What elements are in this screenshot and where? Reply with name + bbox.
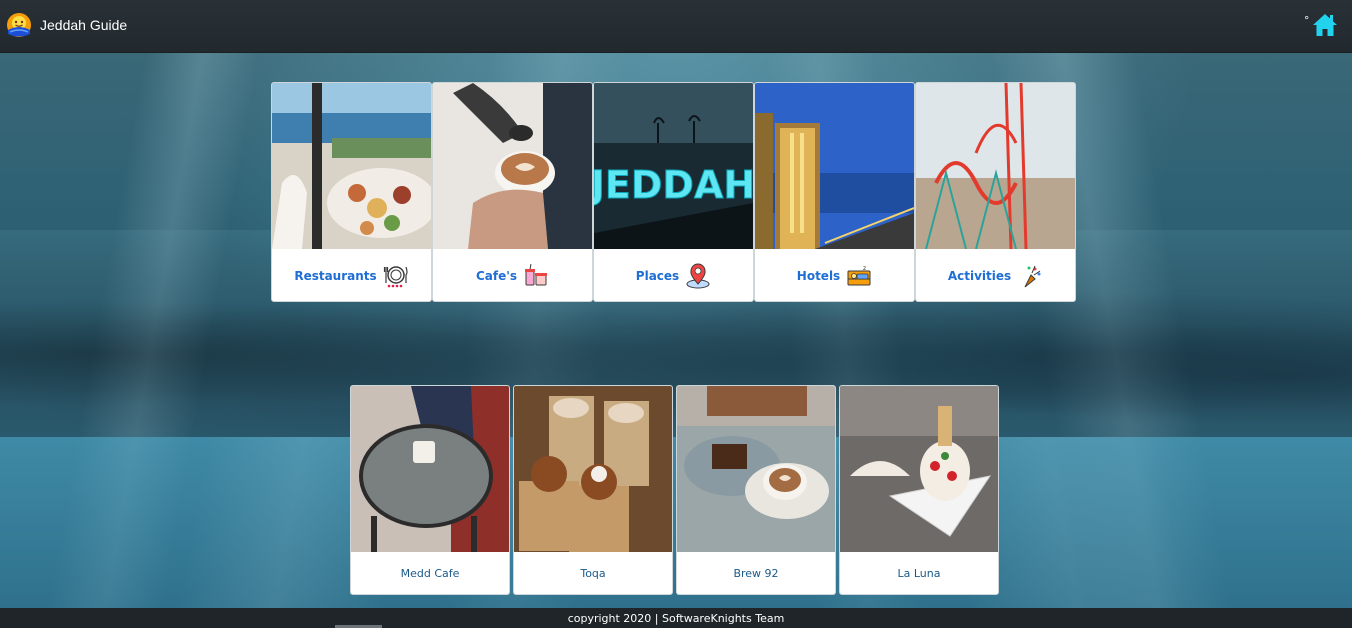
restaurants-photo (272, 83, 431, 249)
home-icon[interactable] (1312, 12, 1338, 38)
hotel-bed-icon: z (847, 265, 871, 285)
place-label: Medd Cafe (400, 566, 460, 580)
toqa-photo (514, 386, 672, 552)
brand-title: Jeddah Guide (40, 17, 128, 33)
place-card-medd-cafe[interactable]: Medd Cafe (350, 385, 510, 595)
place-body: Toqa (514, 552, 672, 594)
place-cards: Medd Cafe Toqa Brew 92 La Luna (350, 385, 999, 595)
category-label: Hotels (796, 268, 841, 283)
party-popper-icon (1024, 265, 1041, 287)
sun-logo-icon (7, 13, 31, 37)
category-card-activities[interactable]: Activities (915, 82, 1076, 302)
category-cards: Restaurants Cafe's JEDDAH Places Hotels … (271, 82, 1076, 302)
place-body: La Luna (840, 552, 998, 594)
category-card-cafes[interactable]: Cafe's (432, 82, 593, 302)
dining-plate-icon (383, 265, 408, 287)
category-card-restaurants[interactable]: Restaurants (271, 82, 432, 302)
hotels-photo (755, 83, 914, 249)
svg-text:z: z (863, 265, 866, 272)
place-card-la-luna[interactable]: La Luna (839, 385, 999, 595)
place-body: Brew 92 (677, 552, 835, 594)
place-label: Toqa (580, 566, 606, 580)
category-body: Hotels z (755, 249, 914, 301)
category-body: Places (594, 249, 753, 301)
place-body: Medd Cafe (351, 552, 509, 594)
cafes-photo (433, 83, 592, 249)
brand-link[interactable]: Jeddah Guide (6, 12, 127, 38)
category-label: Activities (947, 268, 1012, 283)
category-body: Restaurants (272, 249, 431, 301)
category-card-places[interactable]: JEDDAH Places (593, 82, 754, 302)
activities-photo (916, 83, 1075, 249)
category-body: Cafe's (433, 249, 592, 301)
places-photo-sign-text: JEDDAH (594, 163, 753, 207)
footer: copyright 2020 | SoftwareKnights Team (0, 608, 1352, 628)
place-label: Brew 92 (733, 566, 779, 580)
category-label: Restaurants (294, 268, 377, 283)
nav-right: ° (1304, 12, 1338, 38)
places-photo: JEDDAH (594, 83, 753, 249)
category-label: Places (635, 268, 680, 283)
place-label: La Luna (897, 566, 941, 580)
map-pin-icon (686, 263, 710, 288)
brew-92-photo (677, 386, 835, 552)
la-luna-photo (840, 386, 998, 552)
footer-copyright: copyright 2020 | SoftwareKnights Team (567, 611, 785, 625)
coffee-cups-icon (525, 263, 548, 285)
category-card-hotels[interactable]: Hotels z (754, 82, 915, 302)
place-card-brew-92[interactable]: Brew 92 (676, 385, 836, 595)
medd-cafe-photo (351, 386, 509, 552)
place-card-toqa[interactable]: Toqa (513, 385, 673, 595)
navbar: Jeddah Guide ° (0, 0, 1352, 53)
degree-symbol: ° (1304, 13, 1309, 27)
category-body: Activities (916, 249, 1075, 301)
category-label: Cafe's (475, 268, 518, 283)
